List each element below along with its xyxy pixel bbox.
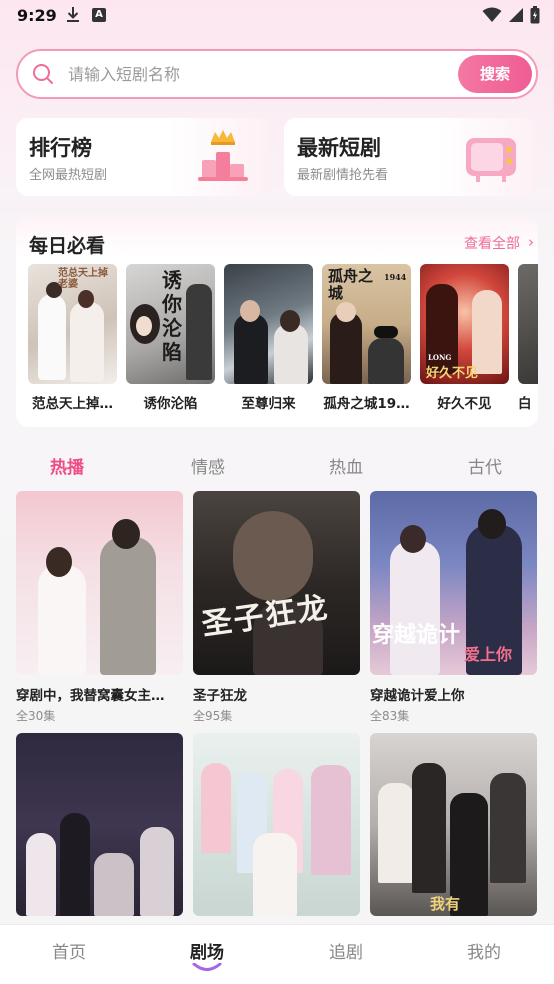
podium-trophy-icon	[198, 130, 248, 181]
daily-poster: 孤舟之城 1944	[322, 264, 411, 384]
daily-poster-text: 范总天上掉老婆	[58, 268, 108, 290]
bottom-nav: 首页 剧场 追剧 我的	[0, 924, 554, 984]
ranking-card-subtitle: 全网最热短剧	[29, 168, 108, 183]
daily-item[interactable]: 白	[518, 264, 538, 412]
drama-episodes: 全30集	[16, 709, 56, 723]
daily-poster	[224, 264, 313, 384]
daily-section: 每日必看 查看全部 › 范总天上掉老婆 范总天上掉… 诱你沦陷 诱你沦陷 至尊归…	[16, 217, 538, 427]
new-dramas-card-title: 最新短剧	[297, 136, 381, 160]
daily-item-name: 诱你沦陷	[143, 396, 198, 412]
category-tabs: 热播 情感 热血 古代	[0, 448, 554, 484]
drama-card[interactable]: 圣子狂龙 圣子狂龙 全95集	[193, 491, 360, 723]
search-icon	[33, 64, 53, 84]
search-input[interactable]	[68, 61, 448, 87]
search-bar: 搜索	[16, 49, 538, 99]
drama-poster	[193, 733, 360, 916]
drama-poster-text: 我有	[430, 895, 461, 913]
daily-list: 范总天上掉老婆 范总天上掉… 诱你沦陷 诱你沦陷 至尊归来 孤舟之城 1944 …	[28, 264, 538, 412]
drama-poster-text: 穿越诡计	[372, 622, 461, 648]
nav-mine[interactable]: 我的	[467, 938, 501, 963]
drama-card[interactable]: 我有	[370, 733, 537, 916]
drama-poster	[16, 733, 183, 916]
daily-poster: LONG 好久不见	[420, 264, 509, 384]
daily-item-name: 范总天上掉…	[32, 396, 113, 412]
download-icon	[67, 7, 79, 22]
view-all-link[interactable]: 查看全部	[464, 233, 520, 253]
ranking-card-title: 排行榜	[29, 136, 92, 160]
nav-following[interactable]: 追剧	[329, 938, 363, 963]
active-indicator-icon	[192, 963, 222, 971]
wifi-icon	[482, 7, 502, 22]
a-badge-icon: A	[92, 8, 106, 22]
drama-episodes: 全83集	[370, 709, 410, 723]
daily-item[interactable]: 范总天上掉老婆 范总天上掉…	[28, 264, 117, 412]
daily-poster-text: 孤舟之城	[328, 267, 374, 302]
daily-item[interactable]: 至尊归来	[224, 264, 313, 412]
drama-poster: 穿越诡计 爱上你	[370, 491, 537, 675]
daily-item-name: 好久不见	[437, 396, 492, 412]
drama-title: 穿越诡计爱上你	[370, 688, 465, 704]
daily-item-name: 孤舟之城19…	[323, 396, 410, 412]
drama-poster-text2: 爱上你	[464, 645, 513, 664]
daily-item[interactable]: LONG 好久不见 好久不见	[420, 264, 509, 412]
drama-poster	[16, 491, 183, 675]
drama-poster: 我有	[370, 733, 537, 916]
search-button[interactable]: 搜索	[458, 55, 532, 93]
tab-ancient[interactable]: 古代	[468, 453, 502, 478]
drama-card[interactable]	[193, 733, 360, 916]
new-dramas-card-subtitle: 最新剧情抢先看	[297, 168, 389, 183]
daily-poster-subtext: 1944	[384, 272, 407, 282]
daily-poster-text: 好久不见	[426, 366, 479, 381]
daily-poster-subtext: LONG	[428, 353, 452, 362]
battery-icon	[530, 6, 540, 24]
drama-card[interactable]: 穿剧中，我替窝囊女主… 全30集	[16, 491, 183, 723]
tab-hot[interactable]: 热播	[50, 453, 84, 478]
drama-title: 圣子狂龙	[193, 688, 247, 704]
status-time: 9:29	[17, 6, 57, 25]
daily-poster: 范总天上掉老婆	[28, 264, 117, 384]
nav-home[interactable]: 首页	[52, 938, 86, 963]
tab-action[interactable]: 热血	[329, 453, 363, 478]
drama-card[interactable]	[16, 733, 183, 916]
signal-icon	[509, 8, 523, 22]
daily-poster-text: 诱你沦陷	[162, 268, 182, 364]
drama-episodes: 全95集	[193, 709, 233, 723]
daily-item[interactable]: 诱你沦陷 诱你沦陷	[126, 264, 215, 412]
status-bar: 9:29 A	[0, 0, 554, 34]
nav-theater[interactable]: 剧场	[190, 938, 224, 963]
daily-poster	[518, 264, 538, 384]
tv-icon	[466, 138, 516, 182]
drama-title: 穿剧中，我替窝囊女主…	[16, 688, 165, 704]
daily-item-name: 至尊归来	[241, 396, 296, 412]
drama-card[interactable]: 穿越诡计 爱上你 穿越诡计爱上你 全83集	[370, 491, 537, 723]
drama-poster: 圣子狂龙	[193, 491, 360, 675]
new-dramas-card[interactable]: 最新短剧 最新剧情抢先看	[284, 118, 538, 196]
daily-poster: 诱你沦陷	[126, 264, 215, 384]
daily-title: 每日必看	[29, 235, 106, 257]
daily-item-name: 白	[518, 396, 532, 412]
tab-romance[interactable]: 情感	[191, 453, 225, 478]
ranking-card[interactable]: 排行榜 全网最热短剧	[16, 118, 270, 196]
status-icons	[482, 6, 540, 24]
chevron-right-icon: ›	[528, 233, 534, 251]
daily-item[interactable]: 孤舟之城 1944 孤舟之城19…	[322, 264, 411, 412]
